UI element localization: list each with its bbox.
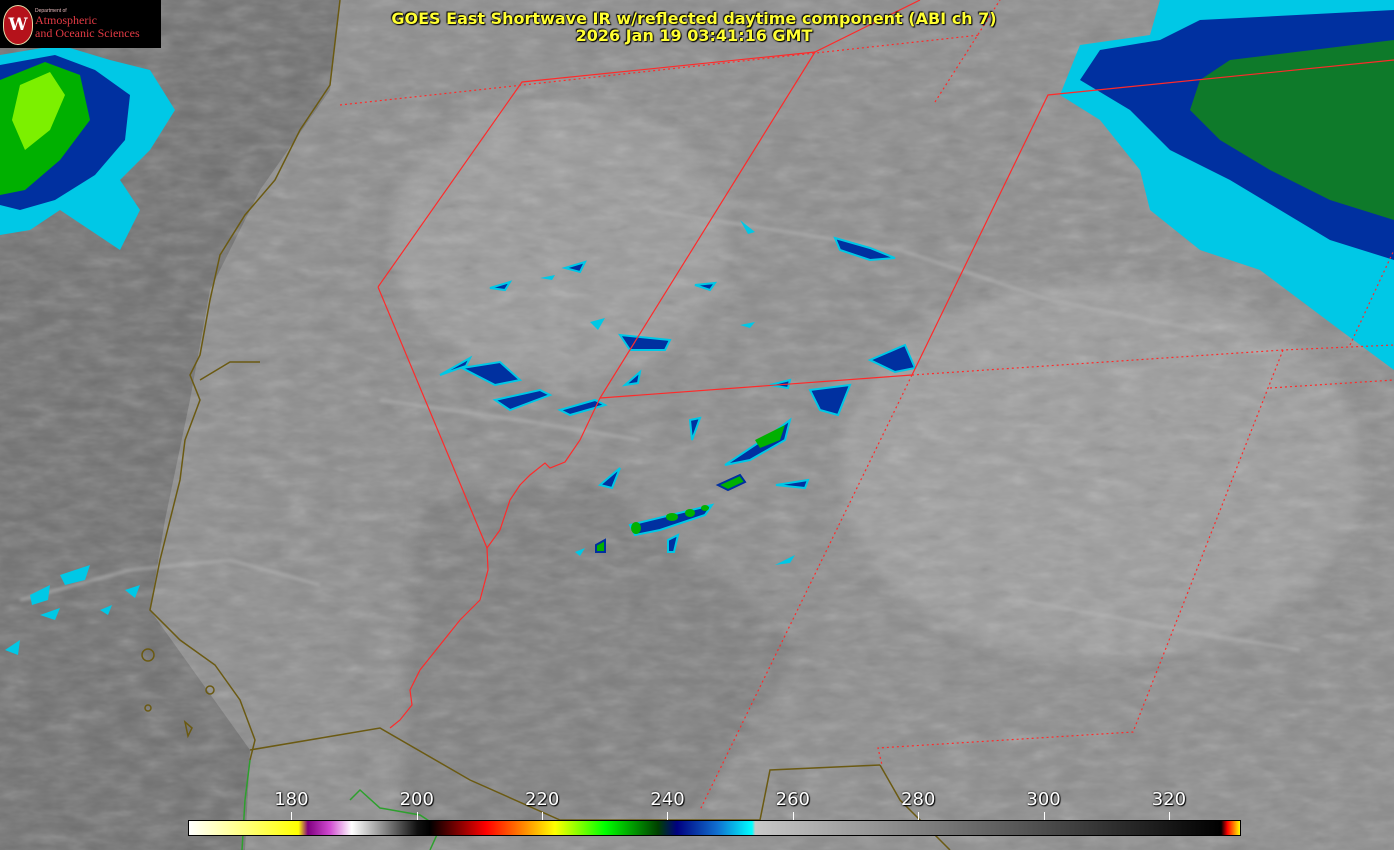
colorbar-tick-label: 220 (524, 789, 560, 810)
image-timestamp: 2026 Jan 19 03:41:16 GMT (575, 26, 813, 45)
satellite-image (0, 0, 1394, 850)
colorbar-tick-label: 280 (901, 789, 936, 810)
colorbar-tick-label: 200 (399, 789, 434, 810)
colorbar-tick-label: 320 (1151, 789, 1187, 810)
colorbar-tick-label: 260 (775, 789, 811, 810)
image-title: GOES East Shortwave IR w/reflected dayti… (391, 9, 997, 28)
colorbar-tick-label: 180 (274, 789, 309, 810)
satellite-image-viewer: W Department of Atmospheric and Oceanic … (0, 0, 1394, 850)
colorbar-tick-mark (792, 812, 794, 820)
colorbar-tick-mark (667, 812, 669, 820)
colorbar-tick-label: 300 (1026, 789, 1061, 810)
colorbar-tick-label: 240 (650, 789, 685, 810)
colorbar-tick-mark (416, 812, 418, 820)
colorbar-tick-mark (1168, 812, 1170, 820)
colorbar-tick-mark (918, 812, 920, 820)
temperature-colorbar (188, 820, 1241, 836)
colorbar-tick-mark (542, 812, 544, 820)
colorbar-tick-mark (1043, 812, 1045, 820)
colorbar-tick-mark (291, 812, 293, 820)
